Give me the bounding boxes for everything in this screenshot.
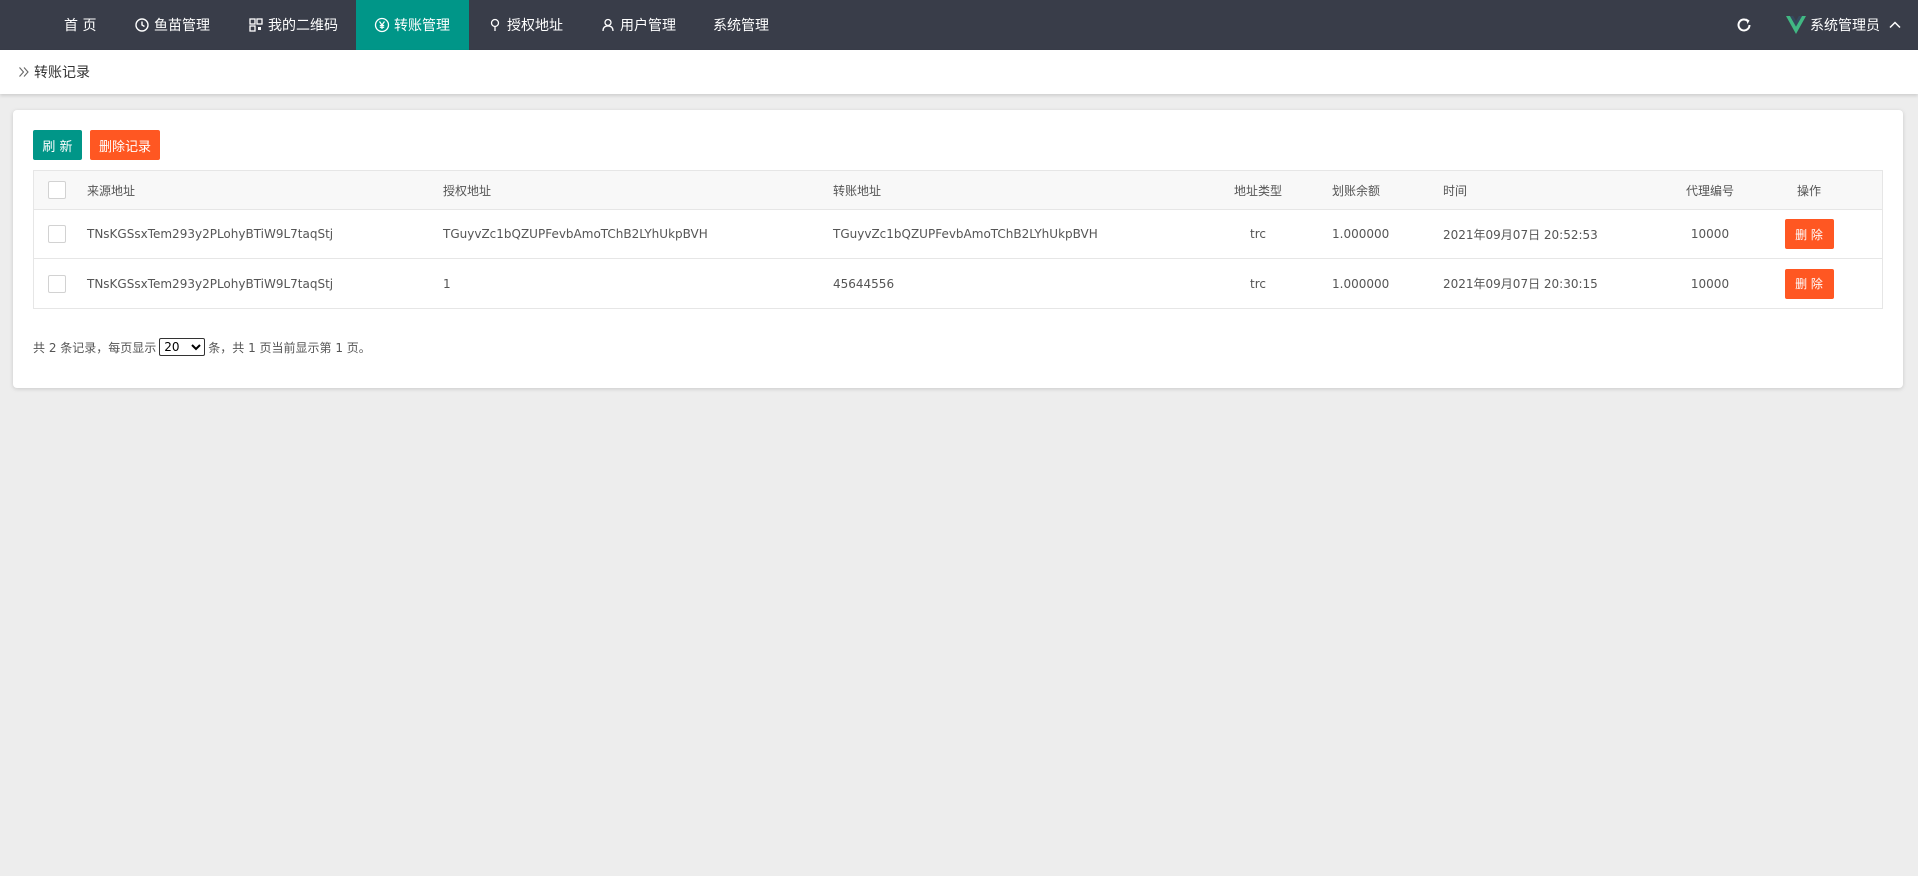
nav-fish-label: 鱼苗管理 — [154, 18, 210, 34]
yen-icon — [373, 16, 391, 34]
top-nav: 首 页 鱼苗管理 我的二维码 转账管理 授权地址 用户管理 系统管理 系统管理员 — [0, 0, 1918, 50]
refresh-icon[interactable] — [1734, 15, 1754, 35]
header-agent: 代理编号 — [1685, 183, 1734, 198]
row-checkbox[interactable] — [48, 274, 66, 293]
location-icon — [486, 16, 504, 34]
content-panel: 刷 新 删除记录 来源地址 授权地址 转账地址 地址类型 划账余额 时间 代理编… — [13, 110, 1903, 388]
cell-transfer: TGuyvZc1bQZUPFevbAmoTChB2LYhUkpBVH — [833, 227, 1098, 241]
table-header: 来源地址 授权地址 转账地址 地址类型 划账余额 时间 代理编号 操作 — [34, 171, 1882, 210]
clock-icon — [133, 16, 151, 34]
nav-users-label: 用户管理 — [620, 18, 676, 34]
breadcrumb: 转账记录 — [0, 50, 1918, 94]
row-select-cell — [48, 259, 66, 308]
cell-type: trc — [1250, 276, 1266, 291]
nav-system-label: 系统管理 — [713, 18, 769, 34]
delete-records-button[interactable]: 删除记录 — [90, 130, 160, 160]
select-all-cell — [48, 171, 66, 209]
cell-agent: 10000 — [1690, 276, 1730, 291]
cell-auth: TGuyvZc1bQZUPFevbAmoTChB2LYhUkpBVH — [443, 227, 708, 241]
header-source: 来源地址 — [87, 183, 136, 198]
header-action: 操作 — [1796, 183, 1821, 198]
cell-action: 删 除 — [1779, 210, 1839, 258]
nav-home[interactable]: 首 页 — [64, 0, 96, 50]
cell-amount: 1.000000 — [1332, 276, 1390, 291]
nav-system[interactable]: 系统管理 — [713, 0, 769, 50]
admin-label: 系统管理员 — [1810, 18, 1880, 34]
transfer-table: 来源地址 授权地址 转账地址 地址类型 划账余额 时间 代理编号 操作 TNsK… — [33, 170, 1883, 309]
nav-fish[interactable]: 鱼苗管理 — [133, 0, 210, 50]
pager-suffix: 条，共 1 页当前显示第 1 页。 — [208, 340, 371, 355]
table-row: TNsKGSsxTem293y2PLohyBTiW9L7taqStj TGuyv… — [34, 210, 1882, 259]
vue-logo-icon — [1786, 16, 1806, 34]
delete-button[interactable]: 删 除 — [1784, 219, 1834, 249]
cell-source: TNsKGSsxTem293y2PLohyBTiW9L7taqStj — [87, 227, 334, 241]
header-transfer: 转账地址 — [833, 183, 882, 198]
delete-button[interactable]: 删 除 — [1784, 268, 1834, 299]
nav-auth-label: 授权地址 — [507, 18, 563, 34]
nav-transfer-label: 转账管理 — [394, 18, 450, 34]
cell-amount: 1.000000 — [1332, 227, 1390, 241]
double-chevron-right-icon — [19, 67, 29, 77]
cell-transfer: 45644556 — [833, 276, 895, 291]
nav-qrcode[interactable]: 我的二维码 — [247, 0, 338, 50]
header-time: 时间 — [1443, 183, 1468, 198]
cell-time: 2021年09月07日 20:30:15 — [1443, 277, 1598, 291]
cell-action: 删 除 — [1779, 259, 1839, 308]
breadcrumb-current: 转账记录 — [34, 65, 90, 81]
nav-auth[interactable]: 授权地址 — [486, 0, 563, 50]
header-amount: 划账余额 — [1332, 183, 1381, 198]
refresh-button[interactable]: 刷 新 — [33, 130, 82, 160]
page-size-select[interactable]: 20 — [159, 338, 206, 356]
header-auth: 授权地址 — [443, 183, 492, 198]
chevron-up-icon — [1889, 21, 1901, 29]
table-row: TNsKGSsxTem293y2PLohyBTiW9L7taqStj 1 456… — [34, 259, 1882, 308]
pager-prefix: 共 2 条记录，每页显示 — [33, 340, 157, 355]
nav-users[interactable]: 用户管理 — [599, 0, 676, 50]
header-type: 地址类型 — [1233, 183, 1282, 198]
cell-source: TNsKGSsxTem293y2PLohyBTiW9L7taqStj — [87, 276, 334, 291]
cell-auth: 1 — [443, 276, 451, 291]
qrcode-icon — [247, 16, 265, 34]
row-select-cell — [48, 210, 66, 258]
cell-type: trc — [1250, 227, 1266, 241]
select-all-checkbox[interactable] — [48, 181, 66, 199]
nav-transfer[interactable]: 转账管理 — [356, 0, 469, 50]
cell-time: 2021年09月07日 20:52:53 — [1443, 227, 1598, 242]
cell-agent: 10000 — [1690, 227, 1730, 241]
pagination: 共 2 条记录，每页显示 20 条，共 1 页当前显示第 1 页。 — [33, 338, 371, 356]
user-icon — [599, 16, 617, 34]
row-checkbox[interactable] — [48, 225, 66, 243]
admin-menu[interactable]: 系统管理员 — [1786, 0, 1902, 50]
nav-qrcode-label: 我的二维码 — [268, 18, 338, 34]
nav-home-label: 首 页 — [64, 18, 97, 34]
